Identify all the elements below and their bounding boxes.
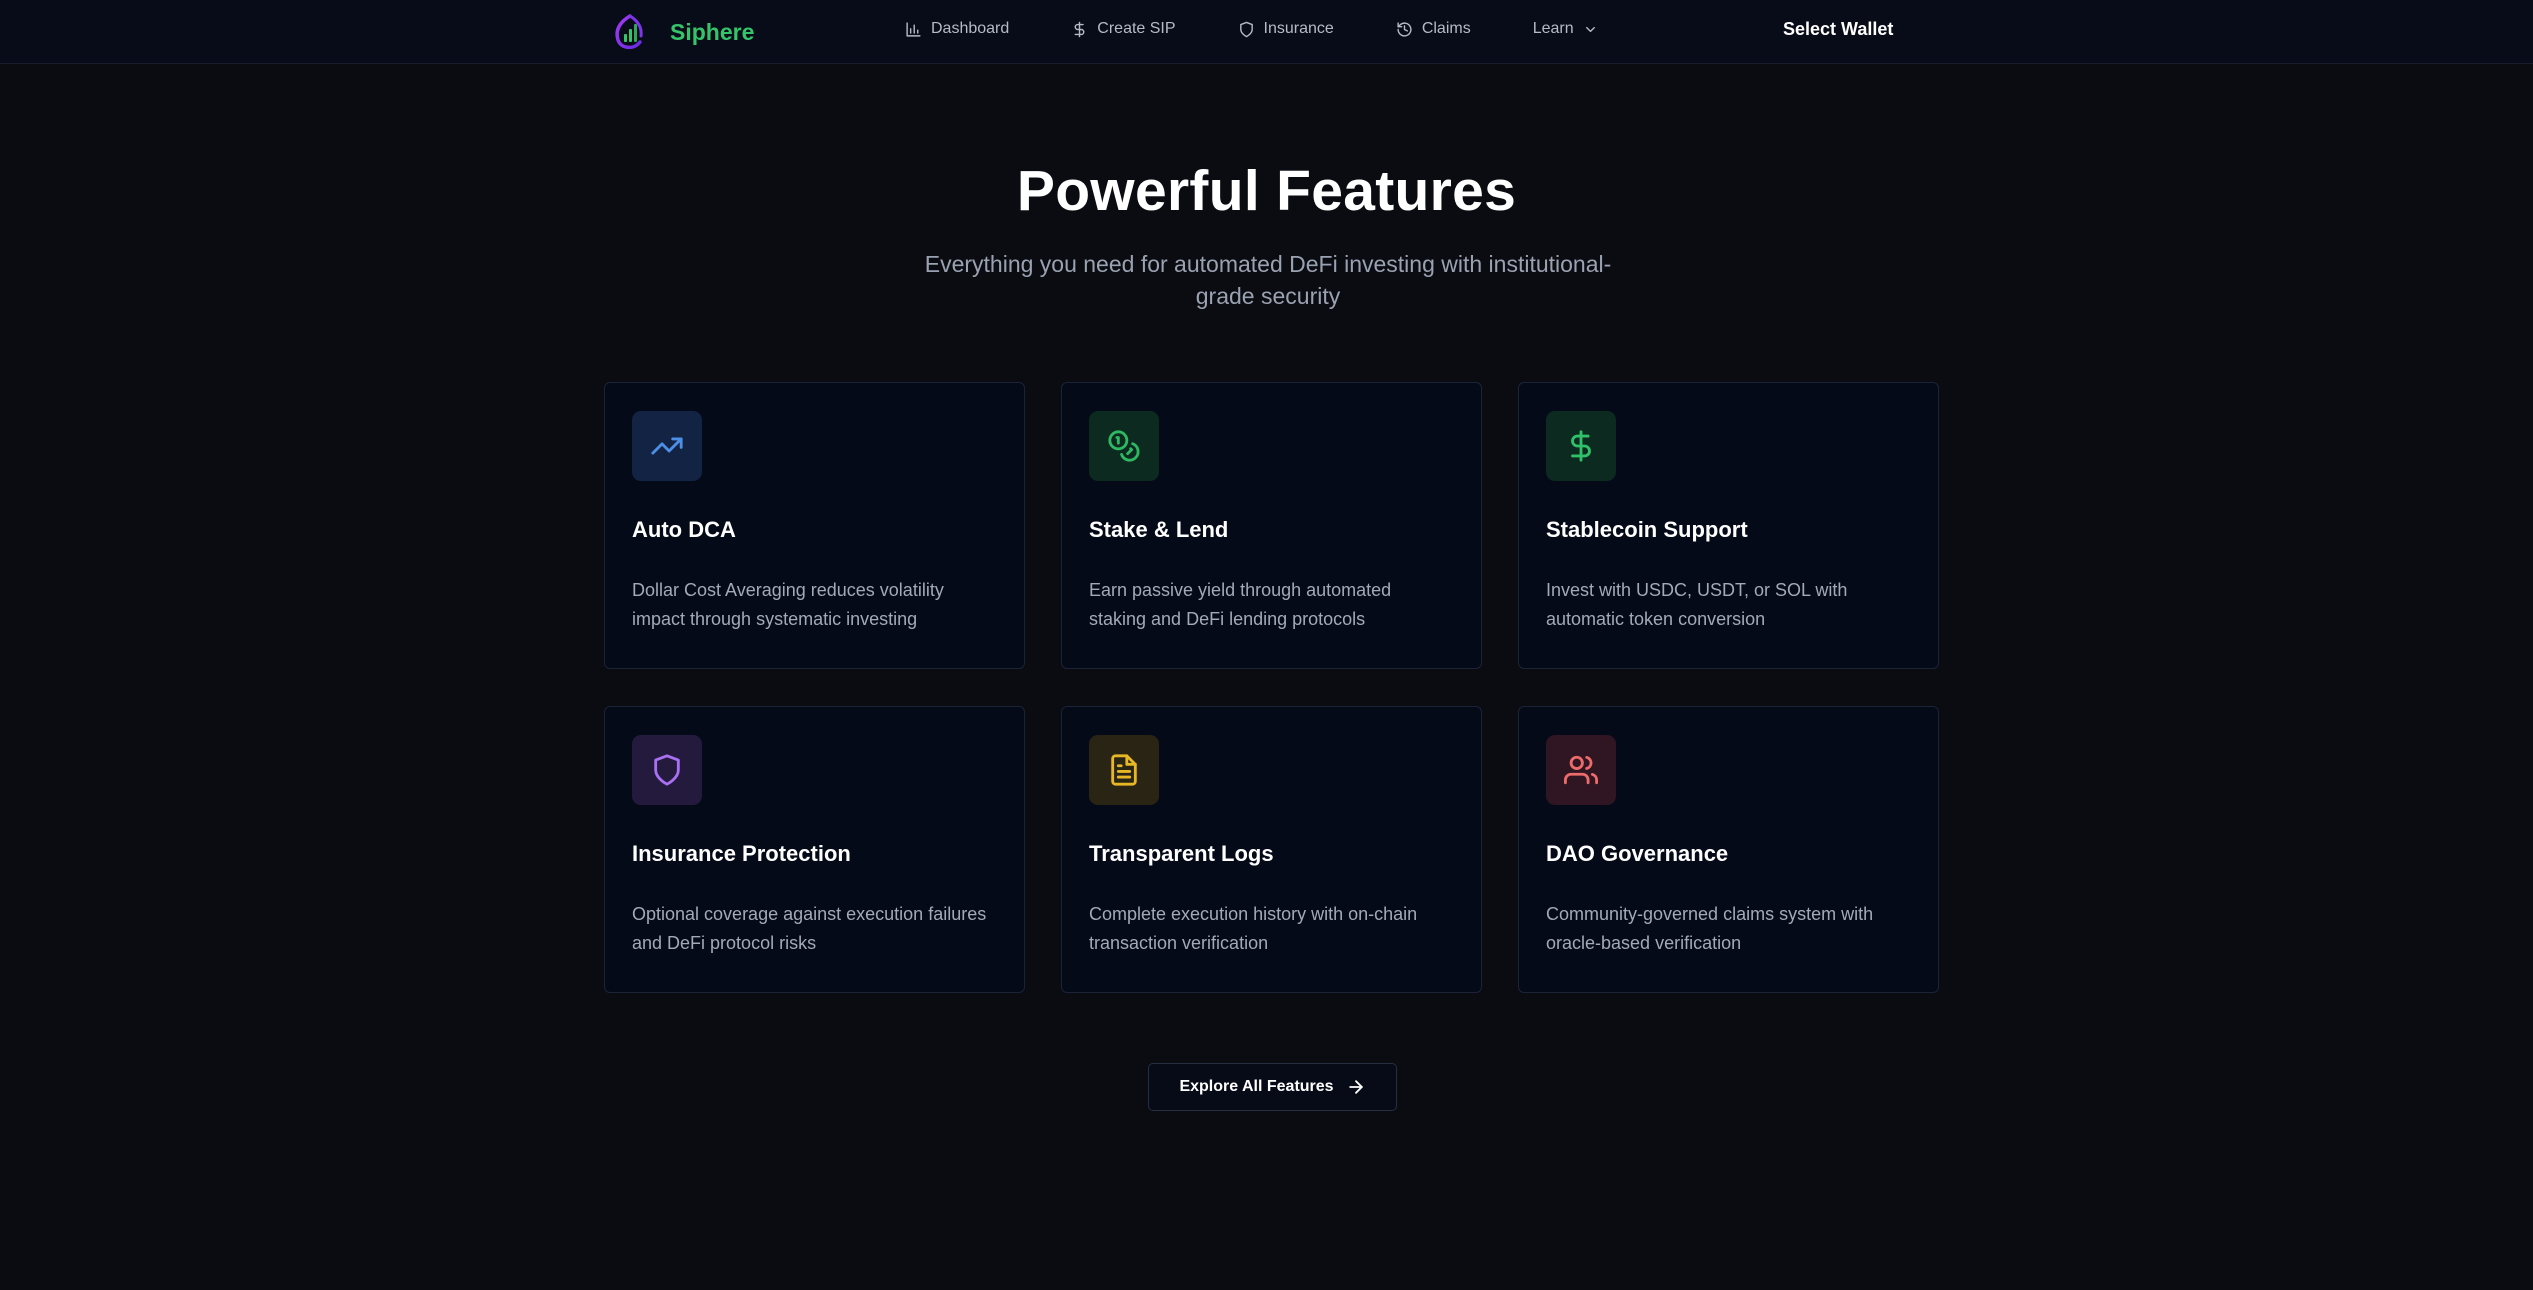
feature-title: Auto DCA	[632, 517, 736, 542]
nav-link-insurance-label: Insurance	[1263, 20, 1334, 37]
feature-title: Stablecoin Support	[1546, 517, 1748, 542]
feature-title: Insurance Protection	[632, 841, 851, 866]
brand-name: Siphere	[670, 18, 755, 45]
history-icon	[1397, 21, 1412, 37]
feature-description: Optional coverage against execution fail…	[632, 904, 987, 953]
feature-description: Earn passive yield through automated sta…	[1089, 580, 1392, 629]
select-wallet-button[interactable]: Select Wallet	[1783, 16, 1893, 42]
top-navbar: Siphere Dashboard Create SIP Insurance C…	[0, 0, 2533, 64]
nav-link-claims[interactable]: Claims	[1396, 20, 1471, 38]
trending-up-icon	[651, 437, 683, 455]
feature-description: Invest with USDC, USDT, or SOL with auto…	[1546, 580, 1848, 629]
dollar-icon	[1571, 430, 1591, 462]
shield-icon	[1239, 21, 1253, 37]
feature-title: DAO Governance	[1546, 841, 1729, 866]
feature-title: Stake & Lend	[1089, 517, 1229, 542]
explore-all-features-button[interactable]: Explore All Features	[1148, 1063, 1397, 1111]
nav-links: Dashboard Create SIP Insurance Claims Le…	[905, 0, 1598, 58]
feature-icon-tile	[1546, 411, 1616, 481]
nav-link-create-sip-label: Create SIP	[1097, 20, 1176, 37]
features-grid: Auto DCA Dollar Cost Averaging reduces v…	[604, 382, 1940, 993]
chevron-down-icon	[1585, 26, 1595, 32]
feature-icon-tile	[632, 735, 702, 805]
document-icon	[1111, 754, 1137, 786]
coins-icon	[1108, 430, 1140, 462]
feature-card-stake-lend[interactable]: Stake & Lend Earn passive yield through …	[1061, 382, 1482, 669]
arrow-right-icon	[1348, 1080, 1363, 1094]
nav-link-dashboard-label: Dashboard	[931, 20, 1010, 37]
shield-icon	[654, 754, 680, 786]
feature-card-dao-governance[interactable]: DAO Governance Community-governed claims…	[1518, 706, 1939, 993]
feature-description: Dollar Cost Averaging reduces volatility…	[632, 580, 944, 629]
feature-title: Transparent Logs	[1089, 841, 1274, 866]
page-subtitle: Everything you need for automated DeFi i…	[924, 251, 1612, 309]
users-icon	[1564, 755, 1598, 785]
feature-card-transparent-logs[interactable]: Transparent Logs Complete execution hist…	[1061, 706, 1482, 993]
nav-link-learn-label: Learn	[1532, 20, 1574, 37]
nav-link-claims-label: Claims	[1421, 20, 1471, 37]
bar-chart-icon	[906, 21, 921, 37]
feature-card-insurance-protection[interactable]: Insurance Protection Optional coverage a…	[604, 706, 1025, 993]
nav-link-insurance[interactable]: Insurance	[1238, 20, 1334, 38]
nav-link-dashboard[interactable]: Dashboard	[905, 20, 1009, 38]
feature-description: Complete execution history with on-chain…	[1089, 904, 1418, 953]
feature-card-stablecoin-support[interactable]: Stablecoin Support Invest with USDC, USD…	[1518, 382, 1939, 669]
feature-card-auto-dca[interactable]: Auto DCA Dollar Cost Averaging reduces v…	[604, 382, 1025, 669]
explore-all-features-label: Explore All Features	[1179, 1078, 1334, 1095]
feature-icon-tile	[1546, 735, 1616, 805]
feature-description: Community-governed claims system with or…	[1546, 904, 1874, 953]
nav-link-create-sip[interactable]: Create SIP	[1071, 20, 1176, 38]
dollar-icon	[1074, 21, 1085, 37]
feature-icon-tile	[632, 411, 702, 481]
siphere-logo-icon	[615, 14, 643, 50]
feature-icon-tile	[1089, 411, 1159, 481]
nav-link-learn[interactable]: Learn	[1533, 20, 1598, 38]
page-title: Powerful Features	[1016, 159, 1517, 223]
feature-icon-tile	[1089, 735, 1159, 805]
brand-link[interactable]: Siphere	[612, 12, 754, 52]
